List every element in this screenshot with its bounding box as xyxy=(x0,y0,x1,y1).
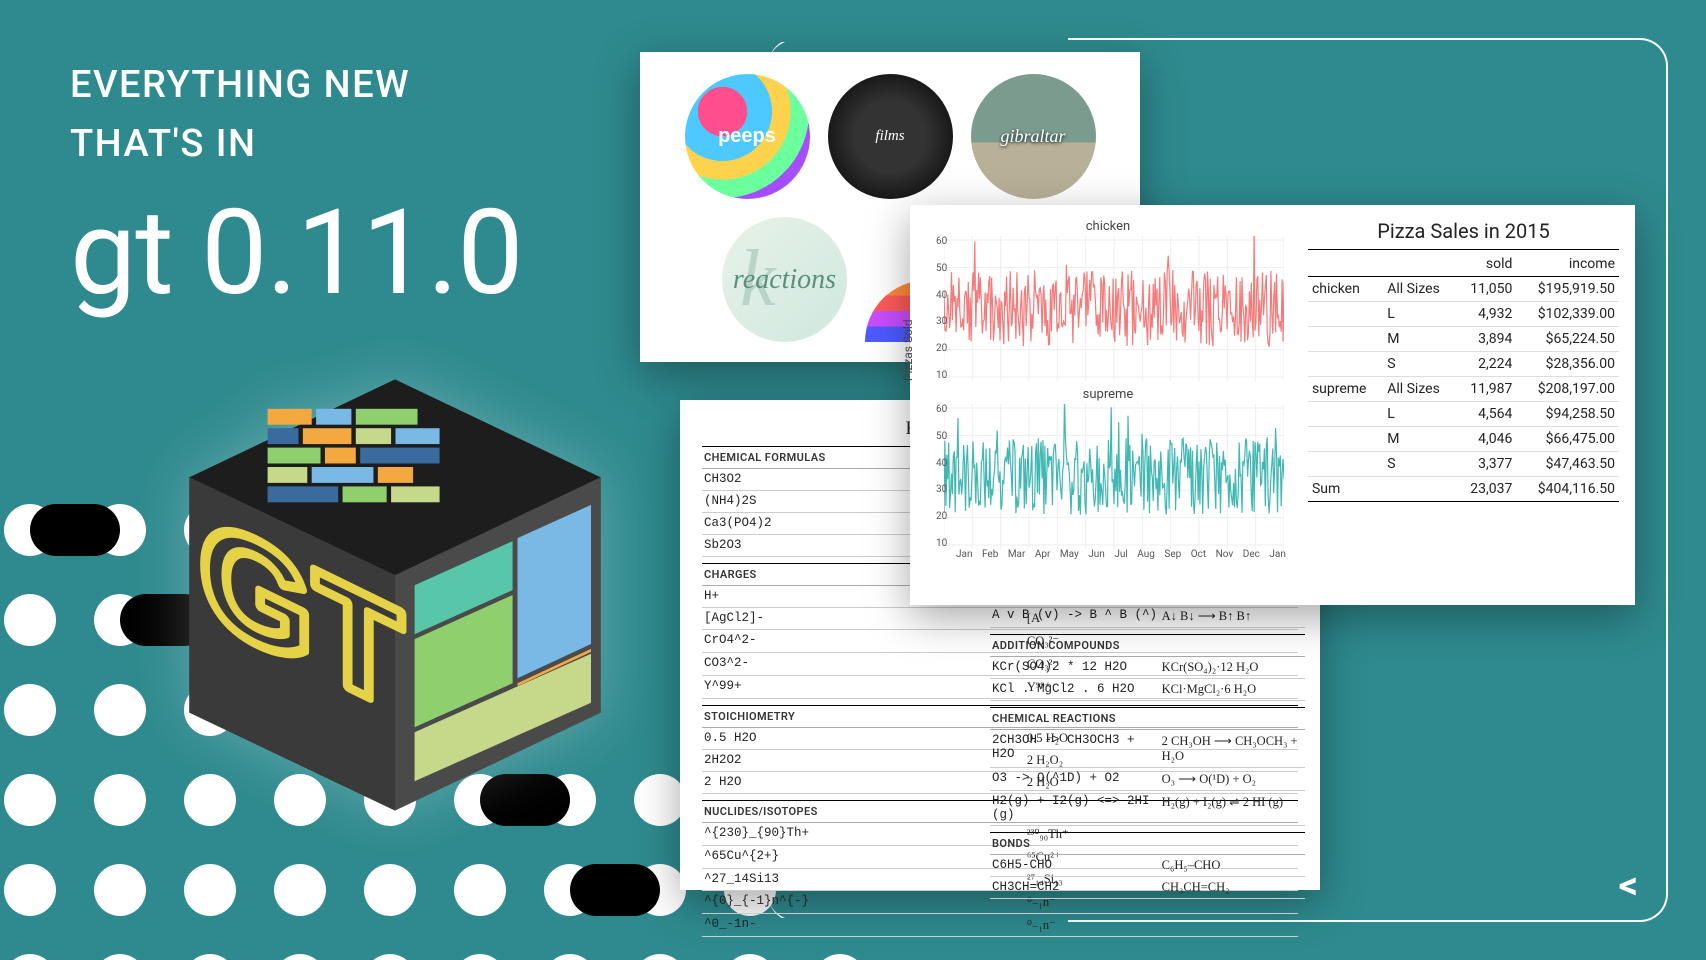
headline-version: gt 0.11.0 xyxy=(70,184,523,322)
chem-row: O3 -> O(^1D) + O2O₃ ⟶ O(¹D) + O₂ xyxy=(990,768,1305,791)
table-row: supremeAll Sizes11,987$208,197.00 xyxy=(1308,377,1619,402)
table-row: M3,894$65,224.50 xyxy=(1308,327,1619,352)
dataset-label: films xyxy=(875,128,904,145)
table-row: S2,224$28,356.00 xyxy=(1308,352,1619,377)
headline-line2: THAT'S IN xyxy=(70,115,523,174)
chem-row: CH3CH=CH2CH₃CH=CH₂ xyxy=(990,877,1305,899)
chem-section-addition: ADDITION COMPOUNDS xyxy=(990,634,1305,657)
headline-line1: EVERYTHING NEW xyxy=(70,56,523,115)
chevron-left-icon[interactable]: < xyxy=(1619,864,1638,908)
headline: EVERYTHING NEW THAT'S IN gt 0.11.0 xyxy=(70,56,523,322)
line-chart-supreme xyxy=(944,404,1284,549)
dataset-label: gibraltar xyxy=(1000,126,1065,147)
chem-row: C6H5-CHOC₆H₅–CHO xyxy=(990,855,1305,877)
sales-table: soldincome chickenAll Sizes11,050$195,91… xyxy=(1308,252,1619,502)
dataset-gibraltar: gibraltar xyxy=(971,74,1096,199)
gt-cube-logo: GT xyxy=(150,350,640,840)
chem-row: H2(g) + I2(g) <=> 2HI (g)H₂(g) + I₂(g) ⇌… xyxy=(990,791,1305,826)
chem-row: 2CH3OH -> CH3OCH3 + H2O2 CH₃OH ⟶ CH₃OCH₃… xyxy=(990,730,1305,768)
table-sum-row: Sum23,037$404,116.50 xyxy=(1308,477,1619,502)
table-row: M4,046$66,475.00 xyxy=(1308,427,1619,452)
dataset-label: reactions xyxy=(733,264,836,296)
sales-title: Pizza Sales in 2015 xyxy=(1308,219,1619,250)
chem-section-bonds: BONDS xyxy=(990,832,1305,855)
y-axis-label: Pizzas Sold xyxy=(901,319,915,381)
x-axis-ticks: JanFebMarAprMayJunJulAugSepOctNovDecJan xyxy=(956,549,1294,560)
chem-section-reactions: CHEMICAL REACTIONS xyxy=(990,707,1305,730)
line-chart-chicken xyxy=(944,236,1284,381)
chem-row: KCr(SO4)2 * 12 H2OKCr(SO₄)₂·12 H₂O xyxy=(990,657,1305,679)
chart-title-supreme: supreme xyxy=(922,387,1294,402)
chart-title-chicken: chicken xyxy=(922,219,1294,234)
table-row: L4,932$102,339.00 xyxy=(1308,302,1619,327)
dataset-films: films xyxy=(828,74,953,199)
table-row: S3,377$47,463.50 xyxy=(1308,452,1619,477)
chem-row: KCl . MgCl2 . 6 H2OKCl·MgCl₂·6 H₂O xyxy=(990,679,1305,701)
charts-pane: Pizzas Sold chicken 605040302010 supreme… xyxy=(910,205,1302,605)
dataset-reactions: reactions xyxy=(722,217,847,342)
chem-row: A v B (v) -> B ^ B (^)A↓ B↓ ⟶ B↑ B↑ xyxy=(990,605,1305,628)
chem-row: ^0_-1n-⁰₋₁n⁻ xyxy=(702,914,1298,937)
pizza-sales-card: Pizzas Sold chicken 605040302010 supreme… xyxy=(910,205,1635,605)
table-row: L4,564$94,258.50 xyxy=(1308,402,1619,427)
dataset-label: peeps xyxy=(718,125,776,148)
dataset-peeps: peeps xyxy=(685,74,810,199)
table-row: chickenAll Sizes11,050$195,919.50 xyxy=(1308,277,1619,302)
